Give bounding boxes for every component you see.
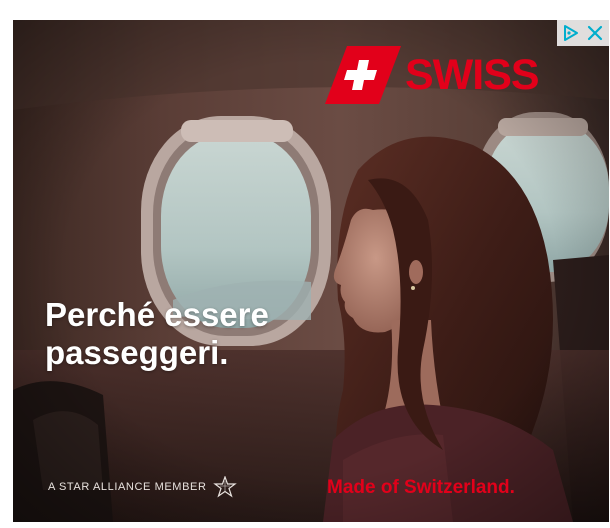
swiss-flag-icon	[325, 46, 401, 104]
star-alliance-icon	[213, 476, 238, 498]
advertisement-banner[interactable]: SWISS Perché essere passeggeri. A STAR A…	[13, 20, 609, 522]
adchoices-bar	[557, 20, 609, 46]
adchoices-icon[interactable]	[560, 22, 582, 44]
close-icon[interactable]	[584, 22, 606, 44]
star-alliance-badge: A STAR ALLIANCE MEMBER	[48, 476, 238, 498]
ad-tagline: Made of Switzerland.	[327, 477, 515, 498]
headline-line-2: passeggeri.	[45, 334, 229, 371]
headline-line-1: Perché essere	[45, 296, 269, 333]
star-alliance-label: A STAR ALLIANCE MEMBER	[48, 481, 207, 493]
ad-headline: Perché essere passeggeri.	[45, 296, 269, 372]
swiss-logo: SWISS	[325, 46, 540, 104]
brand-wordmark: SWISS	[405, 50, 540, 99]
